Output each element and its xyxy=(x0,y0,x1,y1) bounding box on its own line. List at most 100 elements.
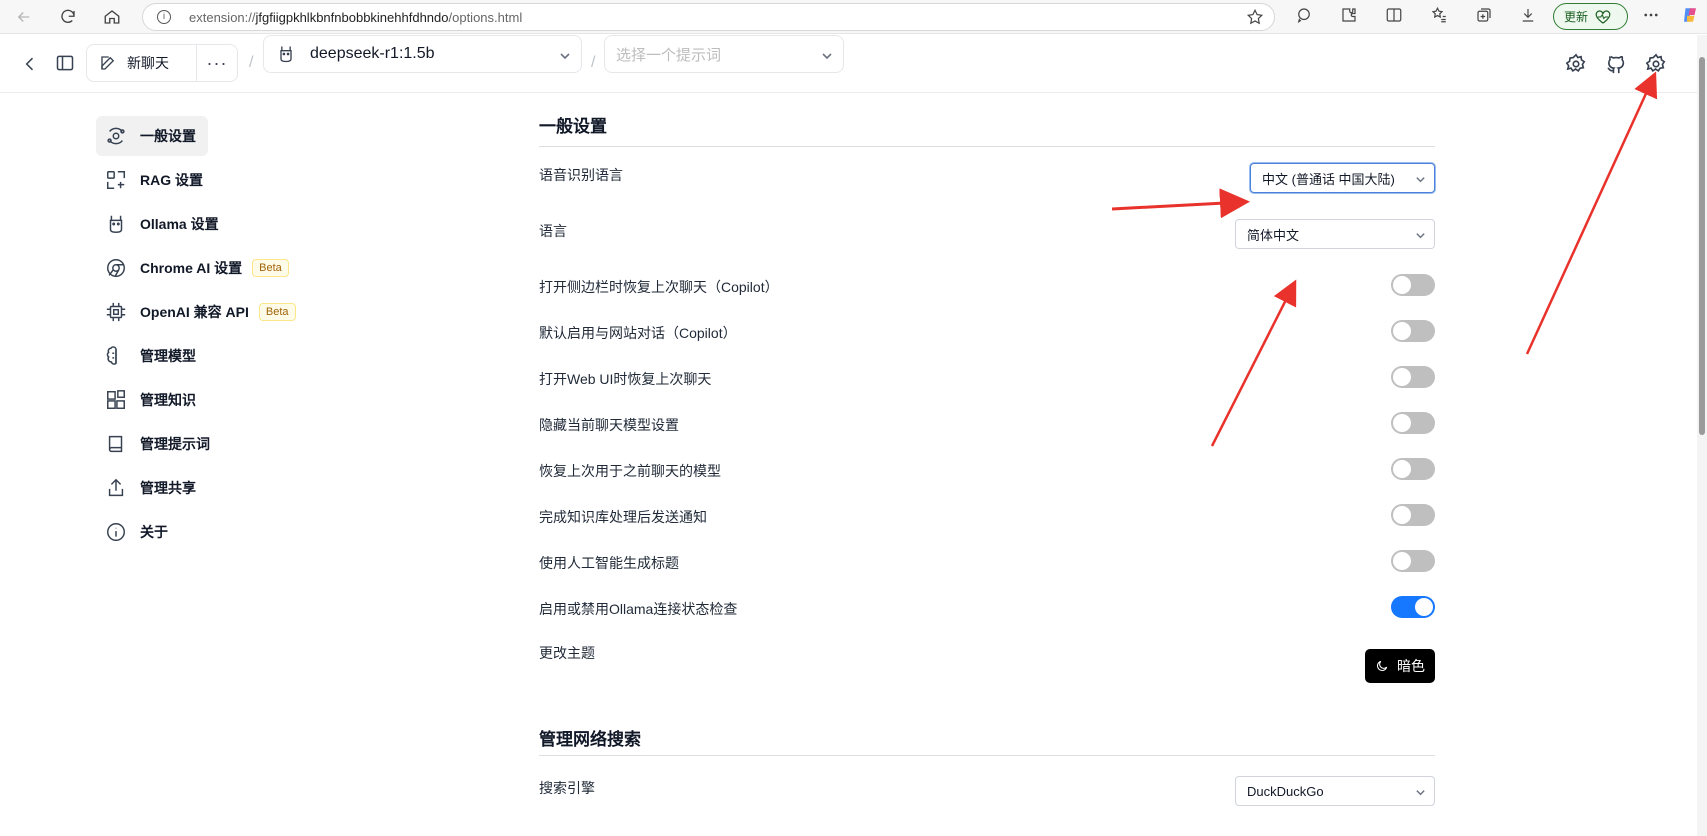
sidebar-item-models[interactable]: 管理模型 xyxy=(96,336,208,376)
sidebar-item-knowledge[interactable]: 管理知识 xyxy=(96,380,208,420)
toggle-switch[interactable] xyxy=(1391,550,1435,572)
setting-row: 搜索引擎 DuckDuckGo xyxy=(539,776,1435,818)
new-chat-button[interactable]: 新聊天 xyxy=(87,45,197,81)
home-icon[interactable] xyxy=(100,5,124,29)
select-value: 简体中文 xyxy=(1247,227,1300,243)
more-menu-icon[interactable] xyxy=(1642,6,1664,28)
dark-theme-button[interactable]: 暗色 xyxy=(1365,649,1435,683)
sidebar-item-rag[interactable]: RAG 设置 xyxy=(96,160,215,200)
toggle-switch[interactable] xyxy=(1391,458,1435,480)
reload-icon[interactable] xyxy=(56,5,80,29)
setting-label: 完成知识库处理后发送通知 xyxy=(539,509,707,525)
sidebar-item-label: 关于 xyxy=(140,524,168,540)
chat-more-button[interactable]: ··· xyxy=(197,54,237,72)
toggle-switch[interactable] xyxy=(1391,596,1435,618)
sidebar-item-ollama[interactable]: Ollama 设置 xyxy=(96,204,231,244)
settings-sidebar: 一般设置 RAG 设置 Ollama 设置 Chrome AI 设置 Beta … xyxy=(96,116,416,556)
select-value: 中文 (普通话 中国大陆) xyxy=(1262,171,1395,187)
collapse-back-icon[interactable] xyxy=(20,52,40,76)
setting-label: 语音识别语言 xyxy=(539,167,623,183)
sidebar-item-label: RAG 设置 xyxy=(140,172,203,188)
select-value: DuckDuckGo xyxy=(1247,783,1324,799)
chevron-down-icon xyxy=(1415,229,1426,244)
sidebar-item-label: Chrome AI 设置 xyxy=(140,260,243,276)
split-screen-icon[interactable] xyxy=(1385,6,1407,28)
chevron-down-icon xyxy=(1415,173,1426,188)
browser-toolbar: i extension://jfgfiigpkhlkbnfnbobbkinehh… xyxy=(0,0,1707,34)
heartbeat-icon xyxy=(1595,9,1611,24)
toggle-switch[interactable] xyxy=(1391,320,1435,342)
orbit-icon xyxy=(104,124,128,148)
search-engine-select[interactable]: DuckDuckGo xyxy=(1235,776,1435,806)
sidebar-item-chrome-ai[interactable]: Chrome AI 设置 Beta xyxy=(96,248,301,288)
setting-row: 完成知识库处理后发送通知 xyxy=(539,504,1435,553)
model-value: deepseek-r1:1.5b xyxy=(310,45,435,62)
setting-row: 打开侧边栏时恢复上次聊天（Copilot） xyxy=(539,274,1435,323)
edit-icon xyxy=(101,56,115,70)
setting-label: 恢复上次用于之前聊天的模型 xyxy=(539,463,721,479)
setting-row: 隐藏当前聊天模型设置 xyxy=(539,412,1435,461)
toggle-switch[interactable] xyxy=(1391,504,1435,526)
chevron-down-icon xyxy=(1415,786,1426,801)
divider xyxy=(539,755,1435,756)
app-header: 新聊天 ··· / deepseek-r1:1.5b / 选择一个提示词 xyxy=(0,35,1697,93)
settings-cog-icon[interactable] xyxy=(1564,52,1588,76)
sidebar-item-general[interactable]: 一般设置 xyxy=(96,116,208,156)
separator: / xyxy=(249,54,254,71)
sidebar-item-label: 管理提示词 xyxy=(140,436,210,452)
info-icon[interactable]: i xyxy=(157,10,171,24)
update-button[interactable]: 更新 xyxy=(1553,3,1628,30)
setting-row: 语言 简体中文 xyxy=(539,219,1435,277)
beta-badge: Beta xyxy=(252,259,289,277)
sidebar-item-share[interactable]: 管理共享 xyxy=(96,468,208,508)
speech-language-select[interactable]: 中文 (普通话 中国大陆) xyxy=(1250,163,1435,193)
sidebar-toggle-icon[interactable] xyxy=(54,52,76,74)
prompt-select[interactable]: 选择一个提示词 xyxy=(604,35,844,73)
model-select[interactable]: deepseek-r1:1.5b xyxy=(263,35,582,73)
setting-label: 启用或禁用Ollama连接状态检查 xyxy=(539,601,738,617)
toggle-switch[interactable] xyxy=(1391,366,1435,388)
blocks-icon xyxy=(104,388,128,412)
sidebar-item-prompts[interactable]: 管理提示词 xyxy=(96,424,222,464)
sidebar-item-label: 管理共享 xyxy=(140,480,196,496)
prompt-placeholder: 选择一个提示词 xyxy=(616,46,722,64)
chevron-down-icon xyxy=(559,49,571,61)
setting-label: 语言 xyxy=(539,223,567,239)
divider xyxy=(539,146,1435,147)
brain-icon xyxy=(104,344,128,368)
copilot-icon[interactable] xyxy=(1681,6,1703,28)
sidebar-item-label: OpenAI 兼容 API xyxy=(140,304,249,320)
toggle-switch[interactable] xyxy=(1391,412,1435,434)
downloads-icon[interactable] xyxy=(1519,6,1541,28)
github-icon[interactable] xyxy=(1604,52,1628,76)
setting-row: 更改主题 暗色 xyxy=(539,643,1435,725)
llama-icon xyxy=(104,212,128,236)
sidebar-item-label: 一般设置 xyxy=(140,128,196,144)
sidebar-item-label: 管理知识 xyxy=(140,392,196,408)
scrollbar-thumb[interactable] xyxy=(1699,57,1705,435)
settings-icon[interactable] xyxy=(1644,52,1668,76)
sidebar-item-openai[interactable]: OpenAI 兼容 API Beta xyxy=(96,292,308,332)
section-title: 管理网络搜索 xyxy=(539,730,641,749)
separator: / xyxy=(591,54,596,71)
chevron-down-icon xyxy=(821,49,833,61)
new-chat-label: 新聊天 xyxy=(127,55,169,71)
address-bar[interactable]: i extension://jfgfiigpkhlkbnfnbobbkinehh… xyxy=(142,3,1275,31)
book-icon xyxy=(104,432,128,456)
toggle-switch[interactable] xyxy=(1391,274,1435,296)
setting-row: 语音识别语言 中文 (普通话 中国大陆) xyxy=(539,163,1435,221)
favorite-star-icon[interactable] xyxy=(1246,8,1264,31)
setting-row: 恢复上次用于之前聊天的模型 xyxy=(539,458,1435,507)
favorites-icon[interactable] xyxy=(1430,6,1452,28)
update-label: 更新 xyxy=(1564,10,1589,24)
back-icon[interactable] xyxy=(12,5,36,29)
page-scrollbar[interactable] xyxy=(1697,35,1707,836)
sidebar-item-about[interactable]: 关于 xyxy=(96,512,180,552)
chat-icon[interactable] xyxy=(1295,6,1317,28)
sidebar-item-label: 管理模型 xyxy=(140,348,196,364)
setting-label: 使用人工智能生成标题 xyxy=(539,555,679,571)
extensions-icon[interactable] xyxy=(1340,6,1362,28)
collections-icon[interactable] xyxy=(1475,6,1497,28)
language-select[interactable]: 简体中文 xyxy=(1235,219,1435,249)
setting-row: 使用人工智能生成标题 xyxy=(539,550,1435,599)
